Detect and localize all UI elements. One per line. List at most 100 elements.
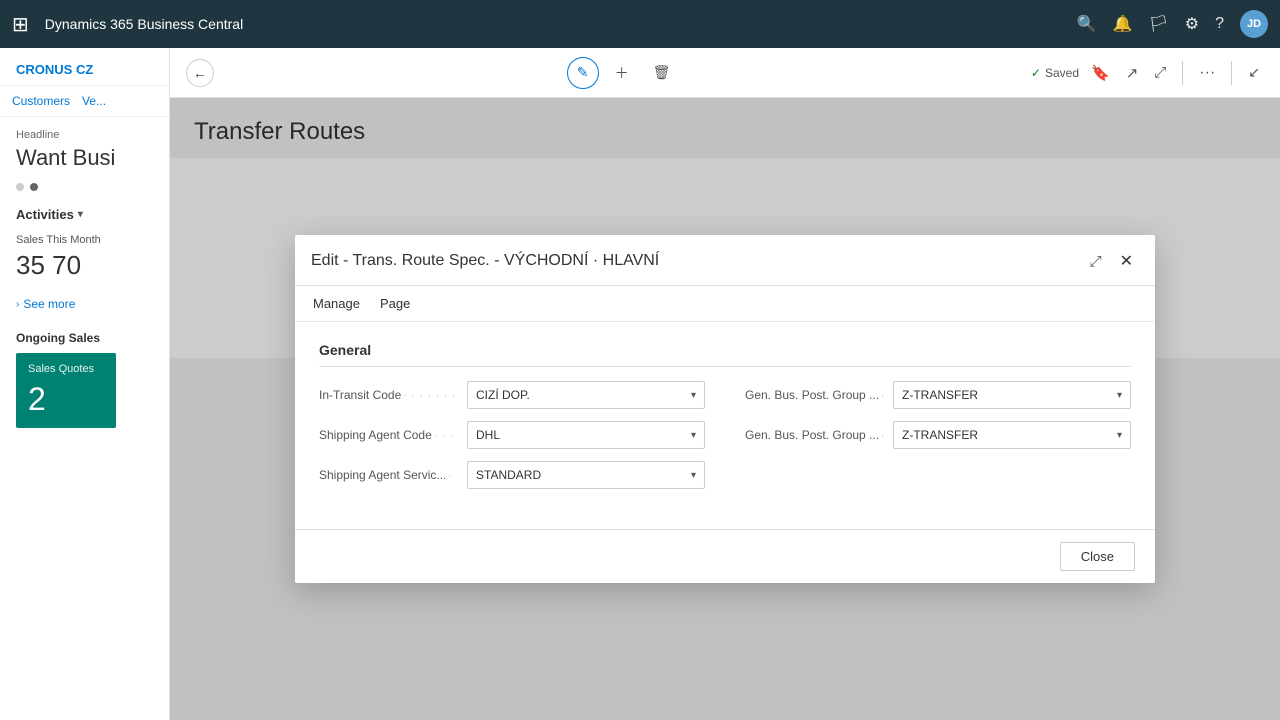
top-bar-icons: 🔍 🔔 🏳 ⚙ ? JD	[1077, 10, 1268, 38]
bookmark-button[interactable]: 🔖	[1087, 60, 1114, 86]
user-avatar[interactable]: JD	[1240, 10, 1268, 38]
field-in-transit-code: In-Transit Code · · · · · · · · CIZÍ DOP…	[319, 381, 705, 409]
shipping-agent-code-value: DHL	[476, 428, 500, 442]
gen-bus-post-1-label-text: Gen. Bus. Post. Group ...	[745, 388, 879, 402]
more-options-button[interactable]: ···	[1195, 60, 1219, 86]
gen-bus-post-1-label: Gen. Bus. Post. Group ... ·	[745, 388, 885, 402]
shipping-agent-code-dots: · · · ·	[434, 430, 459, 441]
sales-quotes-tile[interactable]: Sales Quotes 2	[16, 353, 116, 428]
gen-bus-post-2-value: Z-TRANSFER	[902, 428, 978, 442]
tile-title: Sales Quotes	[28, 363, 104, 375]
modal-dialog: Edit - Trans. Route Spec. - VÝCHODNÍ · H…	[295, 235, 1155, 583]
gen-bus-post-2-label: Gen. Bus. Post. Group ... ·	[745, 428, 885, 442]
nav-links: Customers Ve...	[0, 86, 169, 117]
modal-header-icons: ⤢ ✕	[1086, 249, 1139, 273]
nav-customers[interactable]: Customers	[12, 94, 70, 108]
see-more-chevron: ›	[16, 299, 19, 310]
app-title: Dynamics 365 Business Central	[45, 16, 1065, 32]
toolbar-divider-2	[1231, 61, 1232, 85]
toolbar-divider	[1182, 61, 1183, 85]
shipping-agent-service-label-text: Shipping Agent Servic...	[319, 468, 446, 482]
page-toolbar: ✎ ＋ 🗑	[226, 57, 1019, 89]
open-new-button[interactable]: ↗	[1122, 60, 1143, 86]
help-icon[interactable]: ?	[1215, 15, 1224, 33]
tile-number: 2	[28, 381, 104, 418]
in-transit-code-select[interactable]: CIZÍ DOP. ▾	[467, 381, 705, 409]
delete-button[interactable]: 🗑	[645, 60, 679, 85]
activities-header[interactable]: Activities ▾	[16, 207, 153, 222]
dot-2[interactable]	[30, 183, 38, 191]
main-area: CRONUS CZ Customers Ve... Headline Want …	[0, 48, 1280, 720]
modal-body: General In-Transit Code · · · · · · · ·	[295, 322, 1155, 529]
headline-text: Want Busi	[16, 145, 153, 171]
shipping-agent-code-label: Shipping Agent Code · · · ·	[319, 428, 459, 442]
top-bar: ⊞ Dynamics 365 Business Central 🔍 🔔 🏳 ⚙ …	[0, 0, 1280, 48]
modal-toolbar: Manage Page	[295, 286, 1155, 322]
back-button[interactable]: ←	[186, 59, 214, 87]
gen-bus-post-2-select[interactable]: Z-TRANSFER ▾	[893, 421, 1131, 449]
modal-expand-button[interactable]: ⤢	[1086, 251, 1106, 272]
modal-tab-page[interactable]: Page	[378, 292, 412, 315]
add-button[interactable]: ＋	[607, 59, 637, 87]
headline-label: Headline	[16, 129, 153, 141]
modal-header: Edit - Trans. Route Spec. - VÝCHODNÍ · H…	[295, 235, 1155, 286]
form-grid-empty	[745, 461, 1131, 489]
field-shipping-agent-service: Shipping Agent Servic... · STANDARD ▾	[319, 461, 705, 489]
dot-1[interactable]	[16, 183, 24, 191]
in-transit-code-chevron: ▾	[691, 390, 696, 401]
see-more-label: See more	[23, 297, 75, 311]
company-name[interactable]: CRONUS CZ	[0, 48, 169, 86]
sales-month-label: Sales This Month	[16, 234, 153, 246]
waffle-icon[interactable]: ⊞	[12, 12, 29, 37]
shipping-agent-service-select[interactable]: STANDARD ▾	[467, 461, 705, 489]
gen-bus-post-2-dots: ·	[881, 430, 885, 441]
page-content: Transfer Routes Edit - Trans. Route Spec…	[170, 98, 1280, 720]
page-nav: ← ✎ ＋ 🗑 ✓ Saved 🔖 ↗ ⤢ ··· ↙	[170, 48, 1280, 98]
activities-label: Activities	[16, 207, 74, 222]
gen-bus-post-1-select[interactable]: Z-TRANSFER ▾	[893, 381, 1131, 409]
shipping-agent-code-chevron: ▾	[691, 430, 696, 441]
left-nav: CRONUS CZ Customers Ve... Headline Want …	[0, 48, 170, 720]
settings-icon[interactable]: ⚙	[1185, 14, 1199, 34]
modal-close-x-button[interactable]: ✕	[1114, 249, 1139, 273]
gen-bus-post-2-label-text: Gen. Bus. Post. Group ...	[745, 428, 879, 442]
activities-chevron: ▾	[78, 209, 83, 220]
modal-tab-manage[interactable]: Manage	[311, 292, 362, 315]
field-shipping-agent-code: Shipping Agent Code · · · · DHL ▾	[319, 421, 705, 449]
gen-bus-post-1-chevron: ▾	[1117, 390, 1122, 401]
shipping-agent-service-dots: ·	[448, 470, 452, 481]
field-gen-bus-post-1: Gen. Bus. Post. Group ... · Z-TRANSFER ▾	[745, 381, 1131, 409]
flag-icon[interactable]: 🏳	[1148, 14, 1168, 34]
in-transit-code-label: In-Transit Code · · · · · · · ·	[319, 388, 459, 402]
section-general: General	[319, 342, 1131, 367]
right-area: ← ✎ ＋ 🗑 ✓ Saved 🔖 ↗ ⤢ ··· ↙	[170, 48, 1280, 720]
saved-label-text: Saved	[1045, 66, 1079, 80]
sales-amount: 35 70	[16, 250, 153, 281]
field-gen-bus-post-2: Gen. Bus. Post. Group ... · Z-TRANSFER ▾	[745, 421, 1131, 449]
in-transit-code-dots: · · · · · · · ·	[403, 390, 459, 401]
shipping-agent-code-label-text: Shipping Agent Code	[319, 428, 432, 442]
right-toolbar: ✓ Saved 🔖 ↗ ⤢ ··· ↙	[1031, 60, 1264, 86]
notifications-icon[interactable]: 🔔	[1113, 14, 1133, 34]
modal-close-button[interactable]: Close	[1060, 542, 1135, 571]
modal-overlay: Edit - Trans. Route Spec. - VÝCHODNÍ · H…	[170, 98, 1280, 720]
shipping-agent-service-value: STANDARD	[476, 468, 541, 482]
carousel-dots	[16, 183, 153, 191]
in-transit-code-label-text: In-Transit Code	[319, 388, 401, 402]
collapse-button[interactable]: ↙	[1244, 60, 1264, 85]
saved-status: ✓ Saved	[1031, 66, 1079, 80]
checkmark-icon: ✓	[1031, 66, 1041, 80]
see-more-link[interactable]: › See more	[16, 297, 153, 311]
modal-title: Edit - Trans. Route Spec. - VÝCHODNÍ · H…	[311, 252, 659, 270]
gen-bus-post-1-dots: ·	[881, 390, 885, 401]
left-content: Headline Want Busi Activities ▾ Sales Th…	[0, 117, 169, 720]
gen-bus-post-1-value: Z-TRANSFER	[902, 388, 978, 402]
modal-footer: Close	[295, 529, 1155, 583]
search-icon[interactable]: 🔍	[1077, 14, 1097, 34]
shipping-agent-code-select[interactable]: DHL ▾	[467, 421, 705, 449]
expand-button[interactable]: ⤢	[1150, 60, 1170, 85]
shipping-agent-service-chevron: ▾	[691, 470, 696, 481]
edit-button[interactable]: ✎	[567, 57, 599, 89]
nav-vendors[interactable]: Ve...	[82, 94, 106, 108]
shipping-agent-service-label: Shipping Agent Servic... ·	[319, 468, 459, 482]
